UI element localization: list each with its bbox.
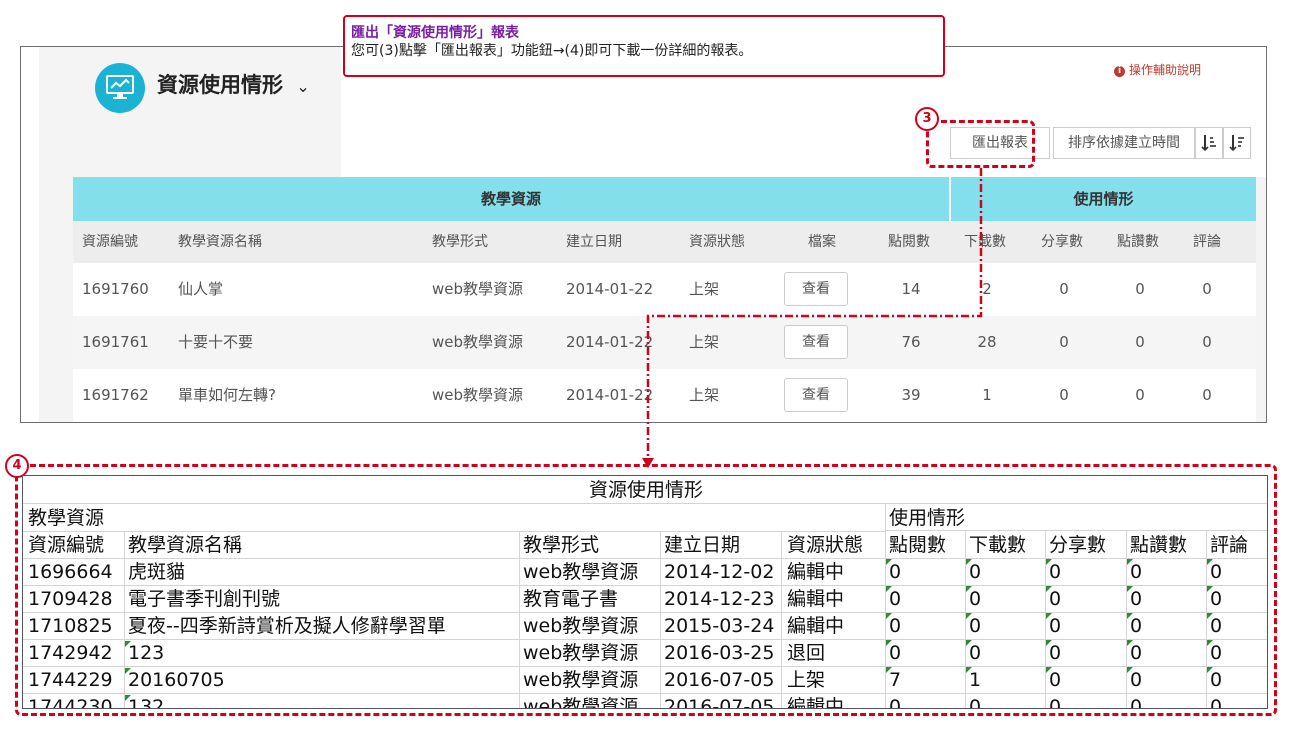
report-cell: 退回 xyxy=(787,642,826,664)
report-cell: 上架 xyxy=(787,669,826,691)
number-as-text-flag xyxy=(886,613,892,619)
report-cell: 2016-03-25 xyxy=(664,642,775,664)
report-column-header: 建立日期 xyxy=(664,534,741,556)
number-as-text-flag xyxy=(1207,559,1213,565)
report-cell: 2016-07-05 xyxy=(664,696,775,709)
number-as-text-flag xyxy=(966,667,972,673)
grid-line xyxy=(23,503,1267,504)
number-as-text-flag xyxy=(966,640,972,646)
report-cell: 20160705 xyxy=(128,669,225,691)
number-as-text-flag xyxy=(1207,640,1213,646)
report-cell: 123 xyxy=(128,642,165,664)
report-cell: 2016-07-05 xyxy=(664,669,775,691)
report-cell: web教學資源 xyxy=(523,696,639,709)
report-cell: 132 xyxy=(128,696,165,709)
report-cell: 1696664 xyxy=(28,561,113,583)
report-cell: web教學資源 xyxy=(523,615,639,637)
number-as-text-flag xyxy=(125,695,131,701)
number-as-text-flag xyxy=(1046,586,1052,592)
grid-line xyxy=(781,531,782,708)
number-as-text-flag xyxy=(966,586,972,592)
report-column-header: 評論 xyxy=(1210,534,1249,556)
number-as-text-flag xyxy=(1127,559,1133,565)
number-as-text-flag xyxy=(966,613,972,619)
report-cell: 0 xyxy=(1049,696,1062,709)
number-as-text-flag xyxy=(1207,586,1213,592)
report-cell: 電子書季刊創刊號 xyxy=(128,588,281,610)
number-as-text-flag xyxy=(1207,667,1213,673)
grid-line xyxy=(23,639,1267,640)
report-group-header: 使用情形 xyxy=(889,507,966,529)
grid-line xyxy=(23,693,1267,694)
number-as-text-flag xyxy=(125,641,131,647)
grid-line xyxy=(1206,531,1207,708)
report-cell: web教學資源 xyxy=(523,669,639,691)
report-cell: 1710825 xyxy=(28,615,113,637)
grid-line xyxy=(965,531,966,708)
report-cell: 1742942 xyxy=(28,642,113,664)
report-column-header: 點讚數 xyxy=(1130,534,1188,556)
report-cell: 虎斑貓 xyxy=(128,561,186,583)
report-cell: 編輯中 xyxy=(787,561,845,583)
report-title: 資源使用情形 xyxy=(588,479,703,501)
report-cell: 2014-12-23 xyxy=(664,588,775,610)
report-column-header: 教學形式 xyxy=(523,534,600,556)
report-cell: 0 xyxy=(1210,696,1223,709)
report-column-header: 下載數 xyxy=(969,534,1027,556)
report-group-header: 教學資源 xyxy=(28,507,105,529)
number-as-text-flag xyxy=(1207,613,1213,619)
report-cell: 2014-12-02 xyxy=(664,561,775,583)
report-column-header: 分享數 xyxy=(1049,534,1107,556)
number-as-text-flag xyxy=(1046,613,1052,619)
number-as-text-flag xyxy=(1127,586,1133,592)
report-cell: 1744230 xyxy=(28,696,113,709)
report-cell: 0 xyxy=(1130,696,1143,709)
report-cell: 編輯中 xyxy=(787,696,845,709)
report-cell: 0 xyxy=(969,696,982,709)
report-column-header: 點閱數 xyxy=(889,534,947,556)
number-as-text-flag xyxy=(1127,667,1133,673)
report-cell: web教學資源 xyxy=(523,561,639,583)
report-cell: web教學資源 xyxy=(523,642,639,664)
grid-line xyxy=(1126,531,1127,708)
report-column-header: 資源編號 xyxy=(28,534,105,556)
number-as-text-flag xyxy=(886,640,892,646)
number-as-text-flag xyxy=(1046,559,1052,565)
report-cell: 教育電子書 xyxy=(523,588,619,610)
number-as-text-flag xyxy=(886,667,892,673)
report-column-header: 資源狀態 xyxy=(787,534,864,556)
number-as-text-flag xyxy=(1046,667,1052,673)
number-as-text-flag xyxy=(125,668,131,674)
report-cell: 1744229 xyxy=(28,669,113,691)
grid-line xyxy=(23,558,1267,559)
grid-line xyxy=(519,531,520,708)
grid-line xyxy=(124,531,125,708)
report-column-header: 教學資源名稱 xyxy=(128,534,243,556)
number-as-text-flag xyxy=(1127,640,1133,646)
report-cell: 編輯中 xyxy=(787,588,845,610)
grid-line xyxy=(885,503,886,708)
report-cell: 0 xyxy=(889,696,902,709)
number-as-text-flag xyxy=(886,559,892,565)
exported-report-sheet: 資源使用情形 教學資源 使用情形 資源編號 教學資源名稱 教學形式 建立日期 資… xyxy=(22,475,1268,709)
grid-line xyxy=(660,531,661,708)
report-cell: 編輯中 xyxy=(787,615,845,637)
grid-line xyxy=(1045,531,1046,708)
number-as-text-flag xyxy=(1127,613,1133,619)
number-as-text-flag xyxy=(1046,640,1052,646)
number-as-text-flag xyxy=(886,586,892,592)
report-cell: 夏夜--四季新詩賞析及擬人修辭學習單 xyxy=(128,615,446,637)
number-as-text-flag xyxy=(966,559,972,565)
report-cell: 1709428 xyxy=(28,588,113,610)
report-cell: 2015-03-24 xyxy=(664,615,775,637)
